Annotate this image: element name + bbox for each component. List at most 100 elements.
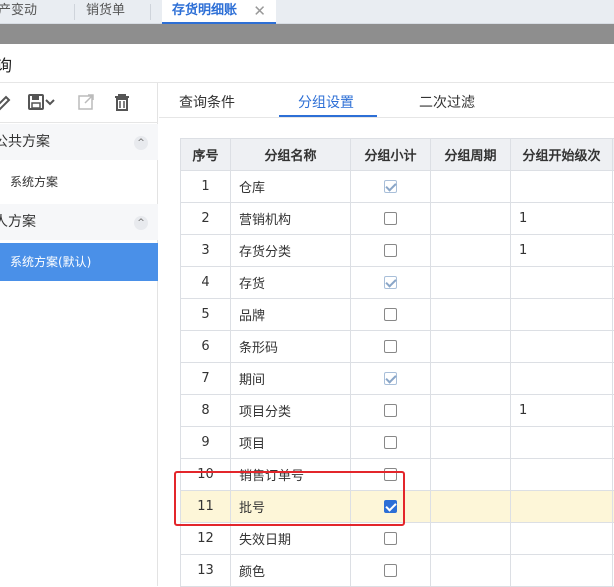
subtotal-checkbox[interactable] [384, 244, 397, 257]
tab-sales-order[interactable]: 销货单 [86, 0, 125, 24]
scheme-panel: 公共方案 ^ 系统方案 人方案 ^ 系统方案(默认) [0, 83, 158, 586]
group-public-scheme[interactable]: 公共方案 ^ [0, 124, 158, 160]
row-index: 1 [181, 171, 231, 203]
row-group-name[interactable]: 存货 [231, 267, 351, 299]
row-period[interactable] [431, 555, 511, 587]
close-icon[interactable]: ✕ [253, 0, 266, 22]
table-row[interactable]: 6条形码 [181, 331, 614, 363]
scheme-item-system-default[interactable]: 系统方案(默认) [0, 243, 158, 281]
row-period[interactable] [431, 235, 511, 267]
row-start-level[interactable] [511, 459, 613, 491]
row-start-level[interactable] [511, 299, 613, 331]
row-group-name[interactable]: 营销机构 [231, 203, 351, 235]
delete-icon[interactable] [111, 91, 133, 113]
row-period[interactable] [431, 171, 511, 203]
row-group-name[interactable]: 项目分类 [231, 395, 351, 427]
table-row[interactable]: 9项目 [181, 427, 614, 459]
row-period[interactable] [431, 523, 511, 555]
subtotal-checkbox[interactable] [384, 180, 397, 193]
table-row[interactable]: 8项目分类1 [181, 395, 614, 427]
table-row[interactable]: 2营销机构1 [181, 203, 614, 235]
row-period[interactable] [431, 299, 511, 331]
row-start-level[interactable]: 1 [511, 203, 613, 235]
row-subtotal-cell[interactable] [351, 555, 431, 587]
row-period[interactable] [431, 491, 511, 523]
row-group-name[interactable]: 项目 [231, 427, 351, 459]
subtotal-checkbox[interactable] [384, 308, 397, 321]
table-row[interactable]: 7期间 [181, 363, 614, 395]
row-group-name[interactable]: 存货分类 [231, 235, 351, 267]
row-start-level[interactable] [511, 523, 613, 555]
tab-secondary-filter[interactable]: 二次过滤 [419, 92, 475, 116]
row-index: 13 [181, 555, 231, 587]
row-group-name[interactable]: 颜色 [231, 555, 351, 587]
row-subtotal-cell[interactable] [351, 299, 431, 331]
header-group-name: 分组名称 [231, 139, 351, 171]
chevron-down-icon[interactable] [44, 91, 56, 113]
chevron-up-icon[interactable]: ^ [134, 136, 148, 150]
tab-asset-change[interactable]: 产变动 [0, 0, 37, 24]
tab-separator [150, 4, 151, 20]
subtotal-checkbox[interactable] [384, 340, 397, 353]
row-index: 5 [181, 299, 231, 331]
row-start-level[interactable] [511, 363, 613, 395]
group-personal-scheme[interactable]: 人方案 ^ [0, 204, 158, 240]
row-group-name[interactable]: 条形码 [231, 331, 351, 363]
row-subtotal-cell[interactable] [351, 203, 431, 235]
row-subtotal-cell[interactable] [351, 363, 431, 395]
subtotal-checkbox[interactable] [384, 372, 397, 385]
header-period: 分组周期 [431, 139, 511, 171]
edit-icon[interactable] [0, 91, 14, 113]
row-start-level[interactable] [511, 171, 613, 203]
row-period[interactable] [431, 427, 511, 459]
tab-separator [74, 4, 75, 20]
row-period[interactable] [431, 203, 511, 235]
row-start-level[interactable] [511, 331, 613, 363]
table-row[interactable]: 1仓库 [181, 171, 614, 203]
row-start-level[interactable]: 1 [511, 235, 613, 267]
table-row[interactable]: 13颜色 [181, 555, 614, 587]
row-group-name[interactable]: 仓库 [231, 171, 351, 203]
tab-group-settings[interactable]: 分组设置 [298, 92, 354, 116]
subtotal-checkbox[interactable] [384, 404, 397, 417]
divider [159, 117, 614, 118]
subtotal-checkbox[interactable] [384, 436, 397, 449]
row-subtotal-cell[interactable] [351, 427, 431, 459]
row-period[interactable] [431, 459, 511, 491]
row-period[interactable] [431, 363, 511, 395]
row-period[interactable] [431, 331, 511, 363]
tab-inventory-ledger[interactable]: 存货明细账 ✕ [162, 0, 276, 24]
row-start-level[interactable] [511, 427, 613, 459]
subtotal-checkbox[interactable] [384, 212, 397, 225]
table-row[interactable]: 3存货分类1 [181, 235, 614, 267]
row-subtotal-cell[interactable] [351, 171, 431, 203]
row-subtotal-cell[interactable] [351, 523, 431, 555]
row-subtotal-cell[interactable] [351, 267, 431, 299]
row-start-level[interactable] [511, 555, 613, 587]
scheme-item-system[interactable]: 系统方案 [0, 163, 158, 201]
chevron-up-icon[interactable]: ^ [134, 216, 148, 230]
row-period[interactable] [431, 267, 511, 299]
subtotal-checkbox[interactable] [384, 532, 397, 545]
row-subtotal-cell[interactable] [351, 331, 431, 363]
tab-query-conditions[interactable]: 查询条件 [179, 92, 235, 116]
row-period[interactable] [431, 395, 511, 427]
group-personal-label: 人方案 [0, 204, 36, 240]
subtotal-checkbox[interactable] [384, 276, 397, 289]
export-icon[interactable] [75, 91, 97, 113]
row-group-name[interactable]: 期间 [231, 363, 351, 395]
row-start-level[interactable] [511, 491, 613, 523]
row-start-level[interactable] [511, 267, 613, 299]
row-index: 6 [181, 331, 231, 363]
row-subtotal-cell[interactable] [351, 395, 431, 427]
table-row[interactable]: 12失效日期 [181, 523, 614, 555]
row-subtotal-cell[interactable] [351, 235, 431, 267]
table-row[interactable]: 4存货 [181, 267, 614, 299]
row-index: 12 [181, 523, 231, 555]
row-group-name[interactable]: 品牌 [231, 299, 351, 331]
row-group-name[interactable]: 失效日期 [231, 523, 351, 555]
subtotal-checkbox[interactable] [384, 564, 397, 577]
row-start-level[interactable]: 1 [511, 395, 613, 427]
table-row[interactable]: 5品牌 [181, 299, 614, 331]
modal-overlay-strip [0, 24, 614, 44]
